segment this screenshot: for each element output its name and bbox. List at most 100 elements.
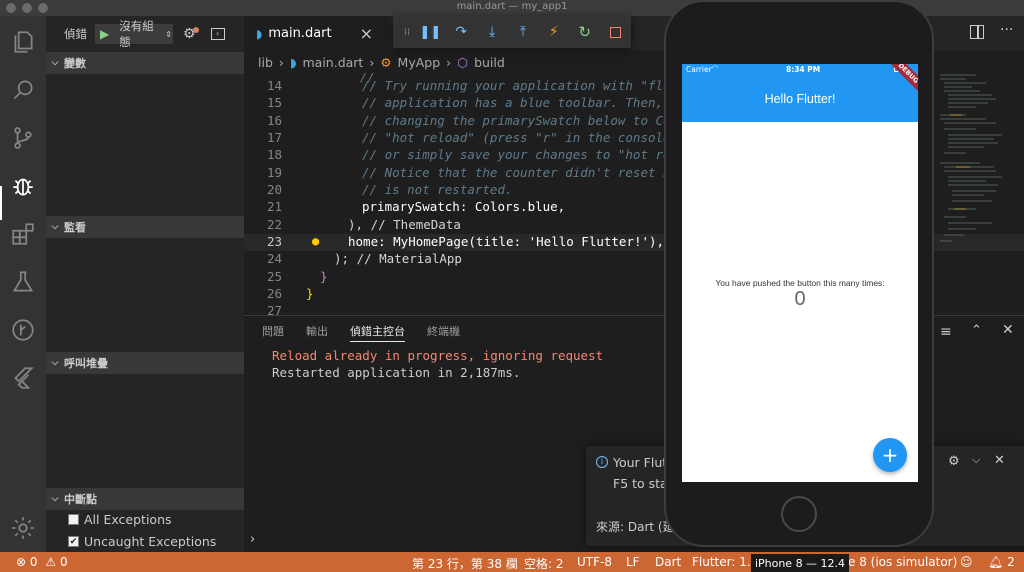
restart-button[interactable]: ↻ (569, 18, 600, 46)
debug-console-icon[interactable]: › (210, 28, 225, 40)
callstack-label: 呼叫堆疊 (64, 357, 108, 370)
method-icon: ⬡ (457, 54, 469, 70)
pause-button[interactable]: ❚❚ (415, 18, 446, 46)
step-over-button[interactable]: ↷ (446, 18, 477, 46)
debug-icon[interactable] (7, 170, 39, 202)
tab-close-icon[interactable]: × (360, 24, 373, 43)
step-into-button[interactable]: ⤓ (477, 18, 508, 46)
flutter-icon[interactable] (7, 362, 39, 394)
console-output-line: Restarted application in 2,187ms. (272, 365, 521, 380)
code-text: // Try running your application with "fl… (362, 78, 694, 93)
code-text: ), // ThemeData (348, 217, 461, 232)
watch-section-header[interactable]: ⌵ 監看 (46, 216, 244, 238)
breakpoints-section-header[interactable]: ⌵ 中斷點 (46, 488, 244, 510)
extensions-icon[interactable] (7, 218, 39, 250)
chevron-down-icon: ⌵ (51, 222, 59, 232)
minimap[interactable] (936, 73, 1016, 248)
breakpoint-uncaught-exceptions[interactable]: ✔ Uncaught Exceptions (68, 534, 216, 549)
notification-close-icon[interactable]: ✕ (994, 453, 1005, 468)
wifi-icon: ◠ (712, 64, 719, 72)
debug-sidebar: 偵錯 ▶ 沒有組態 ⇕ ⚙ › ⌵ 變數 ⌵ 監看 ⌵ 呼叫堆疊 ⌵ 中斷點 All E… (46, 16, 244, 552)
start-debug-icon[interactable]: ▶ (96, 27, 113, 41)
code-text: } (306, 286, 314, 301)
code-text: home: MyHomePage(title: 'Hello Flutter!'… (348, 234, 665, 249)
status-bar: ⊗ 0 ⚠ 0 第 23 行，第 38 欄 空格: 2 UTF-8 LF Dar… (0, 552, 1024, 572)
tab-terminal[interactable]: 終端機 (427, 323, 460, 341)
debug-config-value: 沒有組態 (119, 19, 154, 49)
error-count: 0 (29, 555, 38, 569)
step-out-button[interactable]: ⤒ (508, 18, 539, 46)
drag-handle-icon[interactable]: ⁞⁞ (399, 18, 415, 46)
encoding[interactable]: UTF-8 (577, 555, 612, 569)
dart-file-icon: ◗ (289, 54, 297, 70)
settings-badge-icon (192, 27, 199, 33)
select-arrows-icon: ⇕ (165, 29, 172, 39)
device-selector[interactable]: e 8 (ios simulator) (848, 555, 957, 569)
tab-debug-console[interactable]: 偵錯主控台 (350, 323, 405, 342)
ios-status-bar: Carrier ◠ 8:34 PM (682, 64, 918, 76)
stop-button[interactable] (600, 18, 631, 46)
language-mode[interactable]: Dart (655, 555, 681, 569)
explorer-icon[interactable] (7, 26, 39, 58)
hot-reload-button[interactable]: ⚡︎ (538, 18, 569, 46)
step-over-icon: ↷ (455, 24, 468, 40)
more-actions-icon[interactable]: ··· (1000, 22, 1013, 38)
chevron-right-icon: › (369, 54, 375, 70)
test-flask-icon[interactable] (7, 266, 39, 298)
source-control-icon[interactable] (7, 122, 39, 154)
notification-settings-icon[interactable]: ⚙ (948, 454, 960, 469)
callstack-section-header[interactable]: ⌵ 呼叫堆疊 (46, 352, 244, 374)
notifications-status[interactable]: 🔔︎ 2 (988, 555, 1015, 569)
line-number: 18 (266, 147, 282, 162)
settings-gear-icon[interactable] (7, 512, 39, 544)
info-icon: i (596, 456, 608, 468)
breadcrumb-method[interactable]: build (474, 55, 505, 70)
filter-lines-icon[interactable]: ≡ (940, 324, 952, 340)
checkbox[interactable] (68, 514, 79, 525)
checkbox[interactable]: ✔ (68, 536, 79, 547)
cursor-position[interactable]: 第 23 行，第 38 欄 (412, 555, 518, 572)
breadcrumb-lib[interactable]: lib (258, 55, 273, 70)
line-number: 23 (266, 234, 282, 249)
notification-source: 來源: Dart (延 (596, 520, 675, 534)
line-number: 17 (266, 130, 282, 145)
flutter-version[interactable]: Flutter: 1.9 (692, 555, 758, 569)
tab-output[interactable]: 輸出 (306, 323, 328, 341)
variables-label: 變數 (64, 57, 86, 70)
code-text: // is not restarted. (362, 182, 513, 197)
notification-collapse-icon[interactable]: ⌵ (972, 453, 980, 467)
debug-config-select[interactable]: ▶ 沒有組態 ⇕ (95, 19, 173, 49)
line-number: 15 (266, 95, 282, 110)
code-text: // application has a blue toolbar. Then,… (362, 95, 694, 110)
app-bar: Hello Flutter! (682, 76, 918, 122)
tab-main-dart[interactable]: ◗ main.dart × (244, 16, 389, 51)
code-text: // or simply save your changes to "hot r… (362, 147, 694, 162)
line-number: 25 (266, 269, 282, 284)
breadcrumb-file[interactable]: main.dart (302, 55, 363, 70)
variables-section-header[interactable]: ⌵ 變數 (46, 52, 244, 74)
stop-icon (610, 26, 622, 38)
tab-problems[interactable]: 問題 (262, 323, 284, 341)
line-number: 22 (266, 217, 282, 232)
search-icon[interactable] (7, 74, 39, 106)
end-of-line[interactable]: LF (626, 555, 640, 569)
git-graph-icon[interactable] (7, 314, 39, 346)
indentation[interactable]: 空格: 2 (524, 555, 564, 572)
carrier-label: Carrier (686, 65, 712, 74)
notification-count: 2 (1007, 555, 1015, 569)
line-number: 19 (266, 165, 282, 180)
breakpoint-all-exceptions[interactable]: All Exceptions (68, 512, 172, 527)
feedback-smiley-icon[interactable]: ☺ (960, 555, 973, 569)
problems-status[interactable]: ⊗ 0 ⚠ 0 (16, 555, 68, 569)
home-button[interactable] (781, 496, 817, 532)
maximize-panel-icon[interactable]: ⌃ (971, 323, 982, 338)
counter-label: You have pushed the button this many tim… (715, 278, 885, 288)
close-panel-icon[interactable]: ✕ (1002, 322, 1014, 338)
simulator-screen[interactable]: Carrier ◠ 8:34 PM Hello Flutter! DEBUG Y… (682, 64, 918, 482)
floating-debug-toolbar: ⁞⁞ ❚❚ ↷ ⤓ ⤒ ⚡︎ ↻ (393, 16, 631, 48)
step-out-icon: ⤒ (519, 24, 527, 40)
lightbulb-icon[interactable]: ● (312, 234, 319, 248)
breadcrumb-class[interactable]: MyApp (398, 55, 441, 70)
console-input-prompt[interactable]: › (250, 532, 255, 547)
increment-fab-button[interactable]: + (873, 438, 907, 472)
